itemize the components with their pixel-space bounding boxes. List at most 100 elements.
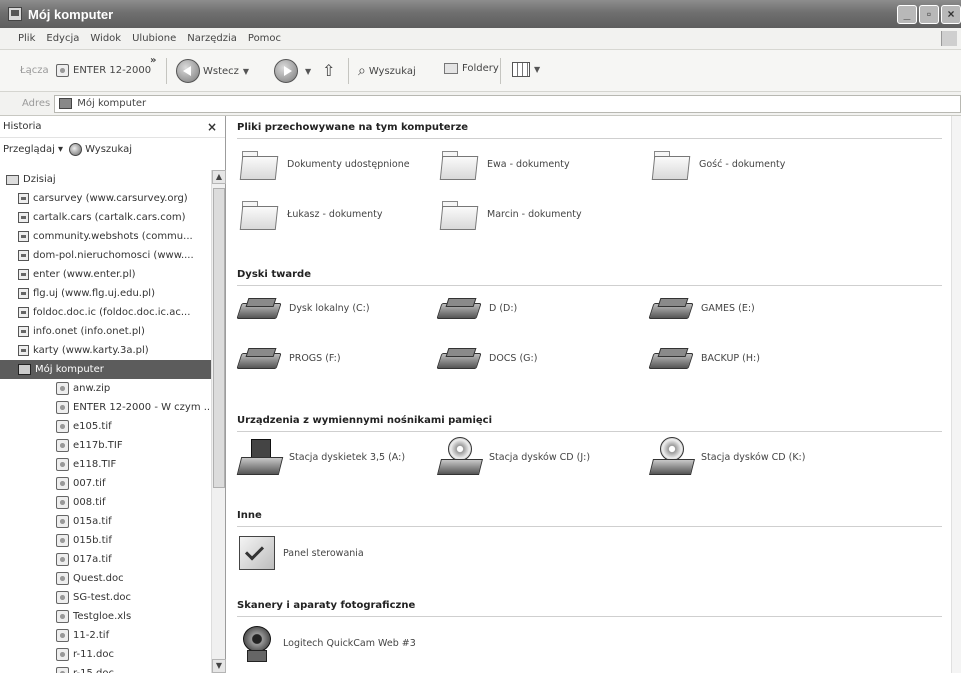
history-site-item[interactable]: dom-pol.nieruchomosci (www.... xyxy=(0,246,212,265)
history-item-label: 008.tif xyxy=(73,497,106,508)
hard-drive-icon xyxy=(651,295,693,321)
history-file-item[interactable]: 11-2.tif xyxy=(0,626,212,645)
scroll-down-icon[interactable]: ▼ xyxy=(212,659,226,673)
menu-view[interactable]: Widok xyxy=(90,33,121,44)
scroll-up-icon[interactable]: ▲ xyxy=(212,170,226,184)
drive-or-folder-item[interactable]: D (D:) xyxy=(439,295,517,321)
item-label: PROGS (F:) xyxy=(289,352,341,364)
menu-edit[interactable]: Edycja xyxy=(46,33,79,44)
drive-or-folder-item[interactable]: Stacja dysków CD (J:) xyxy=(439,437,590,477)
up-folder-icon: ⇧ xyxy=(322,61,336,80)
drive-or-folder-item[interactable]: Stacja dysków CD (K:) xyxy=(651,437,805,477)
drive-or-folder-item[interactable]: Logitech QuickCam Web #3 xyxy=(239,624,416,662)
history-file-item[interactable]: ENTER 12-2000 - W czym ... xyxy=(0,398,212,417)
history-site-item[interactable]: karty (www.karty.3a.pl) xyxy=(0,341,212,360)
drive-or-folder-item[interactable]: Stacja dyskietek 3,5 (A:) xyxy=(239,437,405,477)
hard-drive-icon xyxy=(439,345,481,371)
menu-tools[interactable]: Narzędzia xyxy=(187,33,237,44)
item-label: Dysk lokalny (C:) xyxy=(289,302,370,314)
drive-or-folder-item[interactable]: GAMES (E:) xyxy=(651,295,755,321)
menu-help[interactable]: Pomoc xyxy=(248,33,281,44)
history-file-item[interactable]: SG-test.doc xyxy=(0,588,212,607)
history-item-label: 007.tif xyxy=(73,478,106,489)
minimize-button[interactable]: _ xyxy=(897,5,917,24)
website-folder-icon xyxy=(18,193,29,204)
history-item-label: SG-test.doc xyxy=(73,592,132,603)
history-file-item[interactable]: 015a.tif xyxy=(0,512,212,531)
history-item-label: karty (www.karty.3a.pl) xyxy=(33,345,149,356)
website-folder-icon xyxy=(18,231,29,242)
web-document-icon xyxy=(56,572,69,585)
history-file-item[interactable]: Quest.doc xyxy=(0,569,212,588)
history-scrollbar[interactable]: ▲ ▼ xyxy=(211,170,226,673)
history-file-item[interactable]: 008.tif xyxy=(0,493,212,512)
history-item-label: e118.TIF xyxy=(73,459,117,470)
menu-favorites[interactable]: Ulubione xyxy=(132,33,176,44)
back-button[interactable]: Wstecz ▼ xyxy=(176,59,249,83)
links-overflow-button[interactable]: » xyxy=(150,55,156,66)
drive-or-folder-item[interactable]: PROGS (F:) xyxy=(239,345,341,371)
close-button[interactable]: × xyxy=(941,5,961,24)
up-folder-button[interactable]: ⇧ xyxy=(322,61,335,80)
drive-or-folder-item[interactable]: Łukasz - dokumenty xyxy=(239,198,382,230)
history-site-item[interactable]: Mój komputer xyxy=(0,360,212,379)
forward-arrow-icon xyxy=(274,59,298,83)
web-document-icon xyxy=(56,591,69,604)
cd-drive-icon xyxy=(439,437,481,477)
history-site-item[interactable]: flg.uj (www.flg.uj.edu.pl) xyxy=(0,284,212,303)
history-site-item[interactable]: foldoc.doc.ic (foldoc.doc.ic.ac... xyxy=(0,303,212,322)
history-search-button[interactable]: Wyszukaj xyxy=(85,144,132,155)
history-site-item[interactable]: enter (www.enter.pl) xyxy=(0,265,212,284)
back-dropdown-icon[interactable]: ▼ xyxy=(243,67,249,76)
history-file-item[interactable]: anw.zip xyxy=(0,379,212,398)
drive-or-folder-item[interactable]: Dysk lokalny (C:) xyxy=(239,295,370,321)
history-file-item[interactable]: 007.tif xyxy=(0,474,212,493)
history-site-item[interactable]: cartalk.cars (cartalk.cars.com) xyxy=(0,208,212,227)
web-document-icon xyxy=(56,629,69,642)
history-site-item[interactable]: carsurvey (www.carsurvey.org) xyxy=(0,189,212,208)
history-file-item[interactable]: 017a.tif xyxy=(0,550,212,569)
history-site-item[interactable]: info.onet (info.onet.pl) xyxy=(0,322,212,341)
history-site-item[interactable]: community.webshots (commu... xyxy=(0,227,212,246)
history-item-label: e105.tif xyxy=(73,421,112,432)
drive-or-folder-item[interactable]: BACKUP (H:) xyxy=(651,345,760,371)
my-computer-icon xyxy=(8,7,22,21)
history-file-item[interactable]: 015b.tif xyxy=(0,531,212,550)
web-document-icon xyxy=(56,648,69,661)
content-scrollbar[interactable] xyxy=(951,116,961,673)
scrollbar-thumb[interactable] xyxy=(213,188,225,488)
drive-or-folder-item[interactable]: Marcin - dokumenty xyxy=(439,198,582,230)
history-file-item[interactable]: r-11.doc xyxy=(0,645,212,664)
toolbar-separator xyxy=(500,58,501,84)
history-group-today[interactable]: Dzisiaj xyxy=(0,170,212,189)
section-header: Inne xyxy=(237,510,942,527)
maximize-button[interactable]: ▫ xyxy=(919,5,939,24)
drive-or-folder-item[interactable]: Panel sterowania xyxy=(239,536,364,570)
control-panel-icon xyxy=(239,536,275,570)
folders-button[interactable]: Foldery xyxy=(444,63,499,74)
address-value: Mój komputer xyxy=(77,98,147,109)
forward-dropdown-icon[interactable]: ▼ xyxy=(305,67,311,76)
menu-file[interactable]: Plik xyxy=(18,33,35,44)
history-item-label: community.webshots (commu... xyxy=(33,231,193,242)
item-label: BACKUP (H:) xyxy=(701,352,760,364)
drive-or-folder-item[interactable]: DOCS (G:) xyxy=(439,345,537,371)
address-field[interactable]: Mój komputer xyxy=(54,94,961,113)
close-pane-button[interactable]: × xyxy=(207,120,217,134)
search-button[interactable]: ⌕ Wyszukaj xyxy=(358,63,416,79)
history-file-item[interactable]: r-15.doc xyxy=(0,664,212,673)
drive-or-folder-item[interactable]: Dokumenty udostępnione xyxy=(239,148,410,180)
views-button[interactable]: ▼ xyxy=(512,62,540,77)
folder-icon xyxy=(439,198,479,230)
drive-or-folder-item[interactable]: Ewa - dokumenty xyxy=(439,148,570,180)
history-item-label: 11-2.tif xyxy=(73,630,110,641)
view-dropdown[interactable]: Przeglądaj ▾ xyxy=(3,144,63,155)
forward-button[interactable]: ▼ xyxy=(274,59,311,83)
history-pane-header: Historia × xyxy=(0,116,225,138)
history-file-item[interactable]: e117b.TIF xyxy=(0,436,212,455)
link-enter[interactable]: ENTER 12-2000 xyxy=(56,64,151,77)
history-file-item[interactable]: e105.tif xyxy=(0,417,212,436)
history-file-item[interactable]: Testgloe.xls xyxy=(0,607,212,626)
drive-or-folder-item[interactable]: Gość - dokumenty xyxy=(651,148,785,180)
history-file-item[interactable]: e118.TIF xyxy=(0,455,212,474)
